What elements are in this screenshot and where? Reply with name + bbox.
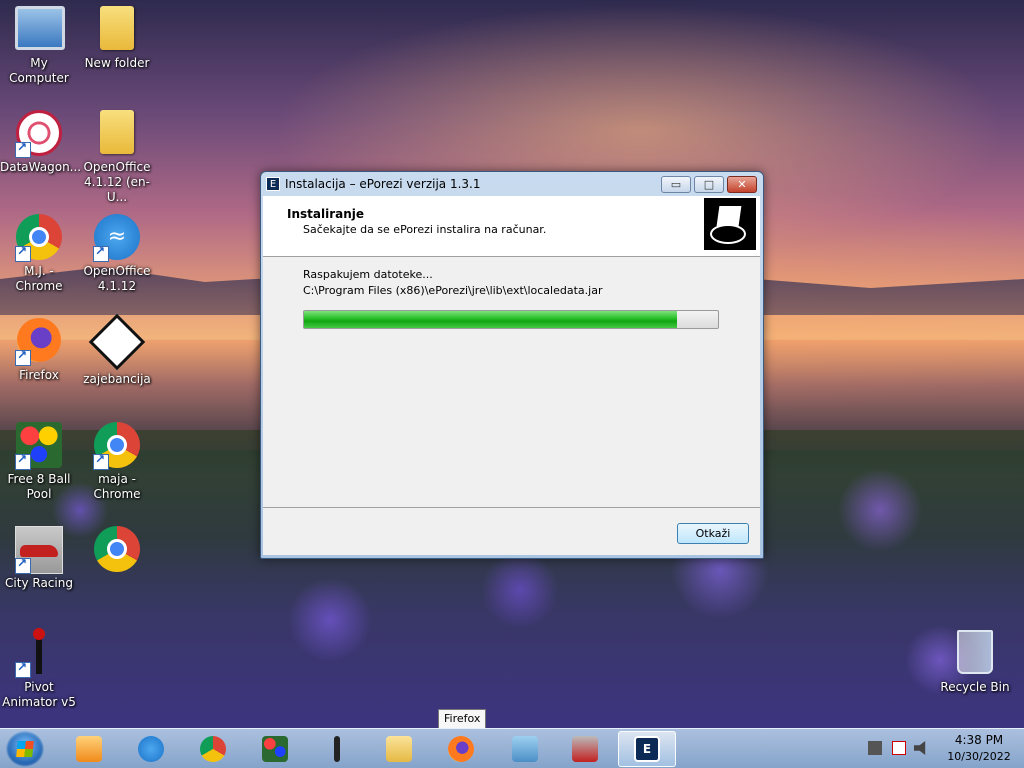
stick-figure-icon <box>15 628 63 678</box>
window-title: Instalacija – ePorezi verzija 1.3.1 <box>285 177 481 191</box>
wizard-header: Instaliranje Sačekajte da se ePorezi ins… <box>263 196 760 257</box>
desktop-icon-city-racing[interactable]: City Racing <box>0 526 78 591</box>
picture-icon <box>512 736 538 762</box>
car-icon <box>15 526 63 574</box>
desktop-icon-pivot-animator[interactable]: Pivot Animator v5 <box>0 628 78 710</box>
taskbar-tooltip: Firefox <box>438 709 487 729</box>
shortcut-arrow-icon <box>15 556 31 574</box>
shortcut-arrow-icon <box>15 244 31 262</box>
firefox-icon <box>448 736 474 762</box>
installer-window: E Instalacija – ePorezi verzija 1.3.1 ▭ … <box>260 171 764 559</box>
taskbar-free-8-ball-pool[interactable] <box>250 731 300 767</box>
desktop-icon-my-computer[interactable]: My Computer <box>0 6 78 86</box>
taskbar-image-viewer[interactable] <box>500 731 550 767</box>
divider <box>263 507 760 508</box>
desktop-icon-free-8-ball-pool[interactable]: Free 8 Ball Pool <box>0 422 78 502</box>
install-file-path: C:\Program Files (x86)\ePorezi\jre\lib\e… <box>303 284 603 297</box>
taskbar-city-racing[interactable] <box>560 731 610 767</box>
eporezi-app-icon: E <box>266 177 280 191</box>
zajebancija-icon <box>88 313 146 371</box>
taskbar-media-player[interactable] <box>64 731 114 767</box>
clock-time[interactable]: 4:38 PM <box>944 733 1014 747</box>
taskbar-eporezi-installer[interactable]: E <box>618 731 676 767</box>
chrome-icon <box>93 526 141 574</box>
start-button[interactable] <box>6 731 44 767</box>
shortcut-arrow-icon <box>93 452 109 470</box>
installer-computer-icon <box>704 198 756 250</box>
desktop-icon-mj-chrome[interactable]: M.J. - Chrome <box>0 214 78 294</box>
firefox-icon <box>15 318 63 366</box>
recycle-bin-icon <box>951 630 999 678</box>
shortcut-arrow-icon <box>15 660 31 678</box>
close-button[interactable]: ✕ <box>727 176 757 193</box>
shortcut-arrow-icon <box>15 452 31 470</box>
maximize-button[interactable]: □ <box>694 176 724 193</box>
shortcut-arrow-icon <box>15 348 31 366</box>
taskbar-openoffice[interactable] <box>126 731 176 767</box>
action-center-flag-icon[interactable] <box>892 741 906 755</box>
progress-fill <box>304 311 677 328</box>
car-icon <box>572 736 598 762</box>
window-titlebar[interactable]: E Instalacija – ePorezi verzija 1.3.1 ▭ … <box>261 172 763 196</box>
desktop-icon-maja-chrome[interactable]: maja - Chrome <box>78 422 156 502</box>
window-client-area: Instaliranje Sačekajte da se ePorezi ins… <box>263 196 760 555</box>
desktop-icon-new-folder[interactable]: New folder <box>78 6 156 71</box>
chrome-icon <box>93 422 141 470</box>
shortcut-arrow-icon <box>15 140 31 158</box>
taskbar: E 4:38 PM 10/30/2022 <box>0 728 1024 768</box>
desktop-icon-firefox[interactable]: Firefox <box>0 318 78 383</box>
taskbar-pivot-animator[interactable] <box>312 731 362 767</box>
desktop-icon-recycle-bin[interactable]: Recycle Bin <box>936 630 1014 695</box>
pool-balls-icon <box>262 736 288 762</box>
install-status-text: Raspakujem datoteke... <box>303 268 433 281</box>
volume-icon[interactable] <box>914 741 926 755</box>
media-player-icon <box>76 736 102 762</box>
openoffice-icon: ≈ <box>93 214 141 262</box>
folder-icon <box>386 736 412 762</box>
wizard-header-subtitle: Sačekajte da se ePorezi instalira na rač… <box>303 223 547 236</box>
folder-icon <box>93 110 141 158</box>
eporezi-app-icon: E <box>634 736 660 762</box>
desktop-icon-zajebancija[interactable]: zajebancija <box>78 313 156 387</box>
taskbar-firefox[interactable] <box>436 731 486 767</box>
desktop-icon-openoffice-folder[interactable]: OpenOffice 4.1.12 (en-U... <box>78 110 156 205</box>
network-icon[interactable] <box>868 741 882 755</box>
clock-date[interactable]: 10/30/2022 <box>944 750 1014 763</box>
chrome-icon <box>200 736 226 762</box>
stick-figure-icon <box>334 736 340 762</box>
cancel-button[interactable]: Otkaži <box>677 523 749 544</box>
desktop-icon-chrome[interactable] <box>78 526 156 576</box>
taskbar-chrome[interactable] <box>188 731 238 767</box>
folder-icon <box>93 6 141 54</box>
desktop-icon-datawagon[interactable]: DataWagon... <box>0 110 81 175</box>
pool-balls-icon <box>15 422 63 470</box>
minimize-button[interactable]: ▭ <box>661 176 691 193</box>
shortcut-arrow-icon <box>93 244 109 262</box>
wizard-header-title: Instaliranje <box>287 207 365 221</box>
openoffice-icon <box>138 736 164 762</box>
computer-icon <box>15 6 65 54</box>
desktop-icon-openoffice[interactable]: ≈ OpenOffice 4.1.12 <box>78 214 156 294</box>
taskbar-explorer[interactable] <box>374 731 424 767</box>
chrome-icon <box>15 214 63 262</box>
install-progress-bar <box>303 310 719 329</box>
datawagon-icon <box>15 110 63 158</box>
